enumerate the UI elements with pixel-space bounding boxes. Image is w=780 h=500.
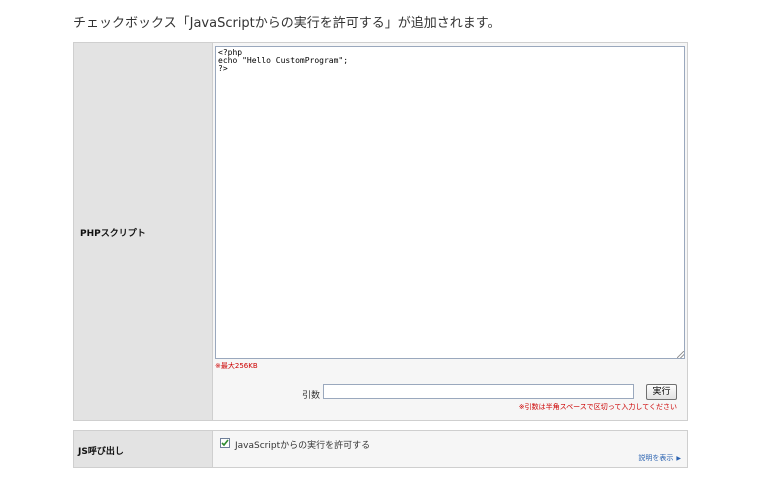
allow-js-checkbox-label[interactable]: JavaScriptからの実行を許可する <box>235 438 370 451</box>
show-help-link[interactable]: 説明を表示 ▶ <box>638 453 681 463</box>
resize-grip-icon[interactable] <box>677 351 684 358</box>
triangle-right-icon: ▶ <box>676 455 681 462</box>
show-help-link-text[interactable]: 説明を表示 <box>638 454 673 462</box>
argument-label: 引数 <box>302 391 321 401</box>
php-script-label-cell: PHPスクリプト <box>74 43 213 420</box>
php-script-row: PHPスクリプト <?php echo "Hello CustomProgram… <box>73 42 688 421</box>
php-script-textarea[interactable]: <?php echo "Hello CustomProgram"; ?> <box>215 46 685 359</box>
max-size-note: ※最大256KB <box>215 362 258 370</box>
js-call-label: JS呼び出し <box>78 447 124 457</box>
argument-input[interactable] <box>323 384 634 399</box>
js-call-label-cell: JS呼び出し <box>74 431 213 467</box>
caption-text: チェックボックス「JavaScriptからの実行を許可する」が追加されます。 <box>73 16 501 31</box>
js-call-content-cell: JavaScriptからの実行を許可する 説明を表示 ▶ <box>213 431 687 467</box>
execute-button[interactable]: 実行 <box>646 384 677 400</box>
php-script-content-cell: <?php echo "Hello CustomProgram"; ?> ※最大… <box>213 43 687 420</box>
js-call-row: JS呼び出し JavaScriptからの実行を許可する 説明を表示 ▶ <box>73 430 688 468</box>
allow-js-checkbox[interactable] <box>220 438 230 448</box>
php-script-label: PHPスクリプト <box>80 229 146 239</box>
argument-note: ※引数は半角スペースで区切って入力してください <box>518 403 677 411</box>
checkmark-icon <box>221 439 229 447</box>
